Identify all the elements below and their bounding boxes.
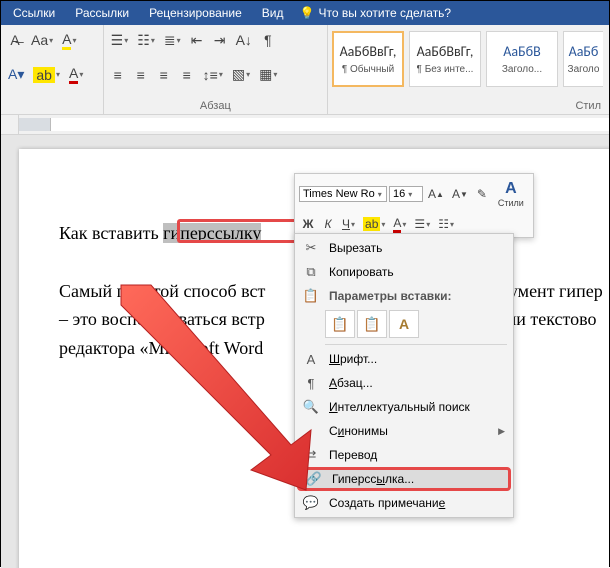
- align-justify-button[interactable]: ≡: [177, 64, 197, 86]
- ctx-paragraph[interactable]: ¶ Абзац...: [297, 371, 511, 395]
- mini-highlight-button[interactable]: ab▾: [360, 214, 388, 234]
- paste-text-only-button[interactable]: A: [389, 310, 419, 338]
- mini-shrink-font-button[interactable]: A▼: [449, 184, 471, 204]
- ctx-separator: [325, 344, 507, 345]
- horizontal-ruler[interactable]: [19, 118, 609, 131]
- cut-icon: ✂: [301, 240, 321, 256]
- font-color-button[interactable]: A▾: [66, 64, 86, 86]
- clear-formatting-button[interactable]: A̶: [5, 29, 25, 51]
- sort-button[interactable]: A↓: [233, 29, 255, 51]
- ctx-paste-options-header: 📋 Параметры вставки:: [297, 284, 511, 308]
- text-effects-button[interactable]: A▾: [5, 64, 27, 86]
- ribbon-group-font-partial: A̶ Aa▾ A▾ A▾ ab▾ A▾: [1, 25, 104, 114]
- doc-title-before: Как вставить: [59, 223, 163, 243]
- mini-italic-button[interactable]: К: [319, 214, 337, 234]
- translate-icon: ⇄: [301, 447, 321, 463]
- ctx-translate[interactable]: ⇄ Перевод: [297, 443, 511, 467]
- align-right-button[interactable]: ≡: [154, 64, 174, 86]
- style-normal[interactable]: АаБбВвГг, ¶ Обычный: [332, 31, 404, 87]
- mini-font-combo[interactable]: Times New Ro▾: [299, 186, 387, 202]
- paste-keep-source-button[interactable]: 📋: [325, 310, 355, 338]
- change-case-button[interactable]: Aa▾: [28, 29, 56, 51]
- decrease-indent-button[interactable]: ⇤: [187, 29, 207, 51]
- tab-view[interactable]: Вид: [252, 1, 294, 25]
- tab-mailings[interactable]: Рассылки: [65, 1, 139, 25]
- increase-indent-button[interactable]: ⇥: [210, 29, 230, 51]
- ribbon-group-styles: АаБбВвГг, ¶ Обычный АаБбВвГг, ¶ Без инте…: [328, 25, 609, 114]
- highlight-button[interactable]: A▾: [59, 29, 79, 51]
- style-heading1[interactable]: АаБбВ Заголо...: [486, 31, 558, 87]
- copy-icon: ⧉: [301, 264, 321, 280]
- ribbon-group-paragraph: ☰▾ ☷▾ ≣▾ ⇤ ⇥ A↓ ¶ ≡ ≡ ≡ ≡ ↕≡▾ ▧▾ ▦▾ Абза…: [104, 25, 328, 114]
- ctx-synonyms[interactable]: Синонимы ▶: [297, 419, 511, 443]
- paragraph-icon: ¶: [301, 376, 321, 391]
- line-spacing-button[interactable]: ↕≡▾: [200, 64, 226, 86]
- align-left-button[interactable]: ≡: [108, 64, 128, 86]
- show-marks-button[interactable]: ¶: [258, 29, 278, 51]
- ctx-cut[interactable]: ✂ Вырезать: [297, 236, 511, 260]
- doc-title-selection: гиперссылку: [163, 223, 261, 243]
- shading-button[interactable]: ▧▾: [229, 64, 253, 86]
- font-icon: A: [301, 352, 321, 367]
- mini-grow-font-button[interactable]: A▲: [425, 184, 447, 204]
- mini-bold-button[interactable]: Ж: [299, 214, 317, 234]
- smart-lookup-icon: 🔍: [301, 399, 321, 415]
- ctx-new-comment[interactable]: 💬 Создать примечание: [297, 491, 511, 515]
- ribbon: A̶ Aa▾ A▾ A▾ ab▾ A▾ ☰▾ ☷▾ ≣▾ ⇤ ⇥ A↓ ¶ ≡ …: [1, 25, 609, 115]
- mini-toolbar: Times New Ro▾ 16▾ A▲ A▼ ✎ A Стили Ж К Ч▾…: [294, 173, 534, 238]
- ruler-area: [1, 115, 609, 135]
- hyperlink-icon: 🔗: [304, 471, 324, 487]
- mini-format-painter-button[interactable]: ✎: [473, 184, 491, 204]
- lightbulb-icon: 💡: [300, 6, 315, 20]
- ribbon-tabstrip: Ссылки Рассылки Рецензирование Вид 💡 Что…: [1, 1, 609, 25]
- context-menu: ✂ Вырезать ⧉ Копировать 📋 Параметры вста…: [294, 233, 514, 518]
- mini-font-color-button[interactable]: A▾: [390, 214, 409, 234]
- ctx-copy[interactable]: ⧉ Копировать: [297, 260, 511, 284]
- ruler-corner: [1, 115, 19, 134]
- highlight-color-button[interactable]: ab▾: [30, 64, 63, 86]
- chevron-right-icon: ▶: [498, 426, 505, 437]
- group-font-label: [5, 98, 99, 114]
- paste-merge-button[interactable]: 📋: [357, 310, 387, 338]
- ctx-smart-lookup[interactable]: 🔍 Интеллектуальный поиск: [297, 395, 511, 419]
- mini-styles-button[interactable]: A Стили: [493, 177, 529, 211]
- tell-me-label: Что вы хотите сделать?: [318, 6, 451, 20]
- tab-references[interactable]: Ссылки: [3, 1, 65, 25]
- ctx-hyperlink[interactable]: 🔗 Гиперссылка...: [297, 467, 511, 491]
- mini-numbering-button[interactable]: ☷▾: [435, 214, 457, 234]
- document-viewport: Как вставить гиперссылку Самый простой с…: [1, 135, 609, 568]
- comment-icon: 💬: [301, 495, 321, 511]
- borders-button[interactable]: ▦▾: [256, 64, 280, 86]
- bullets-button[interactable]: ☰▾: [108, 29, 132, 51]
- tab-review[interactable]: Рецензирование: [139, 1, 252, 25]
- mini-bullets-button[interactable]: ☰▾: [411, 214, 433, 234]
- group-paragraph-label: Абзац: [108, 98, 323, 114]
- multilevel-list-button[interactable]: ≣▾: [161, 29, 184, 51]
- style-no-spacing[interactable]: АаБбВвГг, ¶ Без инте...: [409, 31, 481, 87]
- tell-me-search[interactable]: 💡 Что вы хотите сделать?: [294, 6, 458, 20]
- numbering-button[interactable]: ☷▾: [134, 29, 158, 51]
- styles-a-icon: A: [505, 180, 517, 198]
- align-center-button[interactable]: ≡: [131, 64, 151, 86]
- group-styles-label: Стил: [332, 98, 605, 114]
- style-heading2[interactable]: АаБб Заголо: [563, 31, 603, 87]
- mini-size-combo[interactable]: 16▾: [389, 186, 423, 202]
- paste-icon: 📋: [301, 288, 321, 304]
- ctx-font[interactable]: A Шрифт...: [297, 347, 511, 371]
- ctx-paste-options-row: 📋 📋 A: [297, 308, 511, 342]
- mini-underline-button[interactable]: Ч▾: [339, 214, 358, 234]
